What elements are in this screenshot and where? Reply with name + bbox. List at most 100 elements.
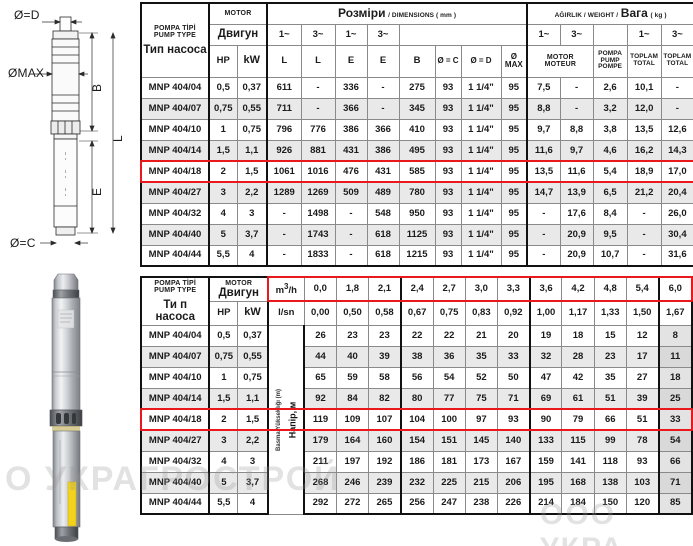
cell-wt3: 26,0: [660, 202, 693, 225]
cell-E1: -: [334, 244, 368, 267]
cell-wt1: 10,1: [626, 76, 662, 99]
cell-head-value: 268: [303, 471, 337, 494]
pump-type-value: MNP 404/04: [140, 76, 210, 99]
cell-max: 95: [500, 202, 528, 225]
cell-head-value: 85: [657, 492, 693, 515]
cell-head-value: 119: [303, 408, 337, 431]
cell-head-value: 173: [464, 450, 498, 473]
pump-type-value: MNP 404/44: [140, 244, 210, 267]
cell-head-value: 65: [303, 366, 337, 389]
cell-head-value: 15: [593, 324, 627, 347]
t2-motor-en-label: MOTOR: [225, 279, 253, 287]
header-dim-blank: [398, 23, 528, 46]
flow-lsn-value: 0,92: [496, 300, 531, 326]
flow-m3h-value: 3,0: [464, 276, 498, 302]
dimensions-en-label: / DIMENSIONS ( mm ): [388, 12, 457, 20]
cell-wt1: 21,2: [626, 181, 662, 204]
t2-header-motor-group: MOTOR Двигун: [208, 276, 269, 302]
cell-head-value: 75: [464, 387, 498, 410]
head-label-ru: Напір, м: [287, 401, 298, 438]
header-motor-group: MOTOR: [208, 2, 268, 25]
cell-head-value: 28: [561, 345, 595, 368]
flow-unit-lsn-cell: l/sn: [266, 300, 305, 326]
cell-head-value: 195: [528, 471, 563, 494]
flow-m3h-value: 6,0: [657, 276, 693, 302]
t2-pump-type-ru-label: Ти п насоса: [155, 298, 196, 323]
cell-wt3: 14,3: [660, 139, 693, 162]
cell-head-value: 8: [657, 324, 693, 347]
performance-head-table: POMPA TİPİ PUMP TYPE Ти п насоса MOTOR Д…: [139, 276, 693, 515]
cell-head-value: 138: [593, 471, 627, 494]
cell-kw: 1,5: [237, 408, 269, 431]
cell-kw: 1,5: [236, 160, 268, 183]
cell-C: 93: [434, 118, 462, 141]
header-phase-E1: 1~: [334, 23, 368, 46]
cell-E3: 366: [366, 118, 400, 141]
flow-m3h-value: 2,7: [432, 276, 466, 302]
cell-E1: 336: [334, 76, 368, 99]
table-row: MNP 404/04 0,5 0,37 Basma Yükseklığı (m) Нап…: [139, 324, 693, 515]
cell-head-value: 238: [464, 492, 498, 515]
cell-B: 585: [398, 160, 436, 183]
header-pump-weight-blank: [592, 23, 628, 46]
cell-wm3: 20,9: [559, 244, 594, 267]
cell-L3: 881: [300, 139, 336, 162]
cell-hp: 3: [208, 181, 238, 204]
cell-head-value: 20: [496, 324, 531, 347]
pump-type-value: MNP 404/14: [140, 139, 210, 162]
pump-dimension-diagram: Ø=D ØMAX Ø=C B E L: [0, 0, 140, 268]
cell-hp: 5,5: [208, 244, 238, 267]
flow-m3h-value: 3,6: [528, 276, 563, 302]
dimensions-weight-table-container: POMPA TİPİ PUMP TYPE Тип насоса MOTOR Ро…: [140, 2, 693, 267]
cell-head-value: 225: [432, 471, 466, 494]
pump-type-tr-label: POMPA TİPİ: [154, 24, 196, 32]
pump-type-value: MNP 404/18: [140, 160, 210, 183]
pump-type-value: MNP 404/14: [139, 387, 210, 410]
cell-head-value: 140: [496, 429, 531, 452]
cell-L1: -: [266, 223, 302, 246]
cell-head-value: 272: [335, 492, 370, 515]
cell-head-value: 18: [561, 324, 595, 347]
cell-head-value: 133: [528, 429, 563, 452]
cell-hp: 0,5: [208, 324, 239, 347]
t2-motor-ru-label: Двигун: [218, 286, 259, 299]
cell-kw: 3,7: [236, 223, 268, 246]
table-row: MNP 404/40 5 3,7-1743-618 1125 93 1 1/4" 95-20…: [140, 223, 693, 246]
cell-kw: 1,1: [236, 139, 268, 162]
cell-L3: 1833: [300, 244, 336, 267]
cell-head-value: 179: [303, 429, 337, 452]
cell-kw: 3: [236, 202, 268, 225]
cell-D: 1 1/4": [460, 244, 502, 267]
pump-type-en-label: PUMP TYPE: [153, 32, 197, 40]
table2-header-band-2: HP kW l/sn 0,00 0,50 0,58 0,67 0,75 0,83 0,92 1…: [141, 300, 693, 326]
cell-head-value: 78: [625, 429, 660, 452]
cell-L1: 711: [266, 97, 302, 120]
cell-wm3: 9,7: [559, 139, 594, 162]
header-phase-total3: 3~: [660, 23, 693, 46]
flow-m3h-value: 0,0: [303, 276, 337, 302]
pump-type-value: MNP 404/18: [139, 408, 210, 431]
cell-head-value: 115: [561, 429, 595, 452]
table-row: MNP 404/07 0,75 0,55 711-366-345 93 1 1/4" 95 8…: [140, 97, 693, 120]
t2-pump-type-en-label: PUMP TYPE: [154, 287, 197, 295]
cell-head-value: 25: [657, 387, 693, 410]
cell-wm1: -: [526, 202, 561, 225]
cell-wt3: -: [660, 76, 693, 99]
cell-C: 93: [434, 223, 462, 246]
cell-wt3: 30,4: [660, 223, 693, 246]
table2-body: MNP 404/04 0,5 0,37 Basma Yükseklığı (m) Нап…: [139, 324, 693, 515]
cell-head-value: 19: [528, 324, 563, 347]
label-diameter-d: Ø=D: [14, 8, 40, 22]
table-row: MNP 404/18 2 1,5 1061 1016 476 431 585 93 1 1/4" 9…: [140, 160, 693, 183]
label-dim-l: L: [111, 135, 125, 142]
label-dim-b: B: [90, 83, 104, 92]
table-row: MNP 404/27 3 2,2 1289 1269 509 489 780 93 1 1/4" 9…: [140, 181, 693, 204]
pump-type-value: MNP 404/07: [140, 97, 210, 120]
table1-header-band-2: Двигун 1~ 3~ 1~ 3~ 1~ 3~ 1~ 3~: [141, 23, 693, 46]
cell-head-value: 56: [399, 366, 434, 389]
weight-ru-label: Вага: [620, 6, 648, 21]
cell-head-value: 38: [399, 345, 434, 368]
cell-head-value: 21: [464, 324, 498, 347]
flow-lsn-value: 0,58: [368, 300, 402, 326]
cell-hp: 5,5: [208, 492, 239, 515]
